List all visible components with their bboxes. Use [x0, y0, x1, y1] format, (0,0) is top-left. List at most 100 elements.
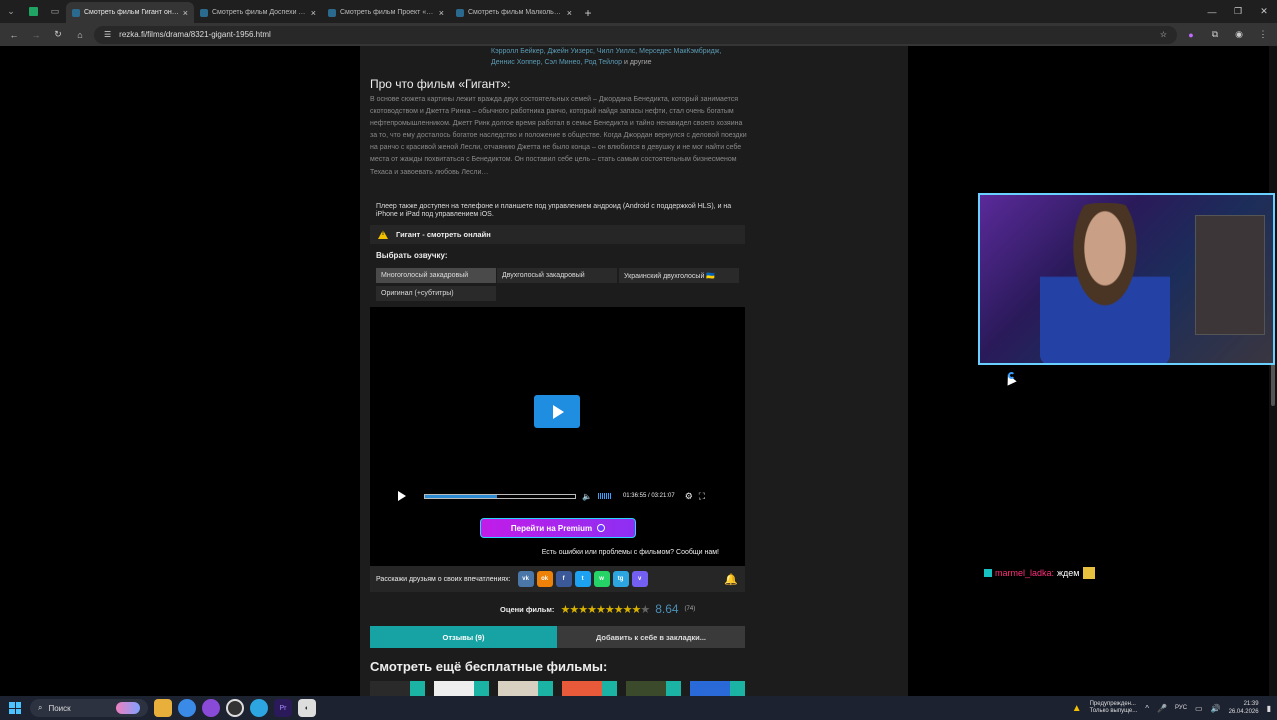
- star-icon[interactable]: ★: [587, 604, 597, 616]
- telegram-icon[interactable]: tg: [612, 571, 629, 587]
- viber-icon[interactable]: v: [631, 571, 648, 587]
- tab-search-icon[interactable]: ⌄: [0, 0, 22, 23]
- reload-icon[interactable]: ↻: [50, 27, 66, 43]
- about-text: В основе сюжета картины лежит вражда дву…: [370, 96, 747, 176]
- dub-option-ukr[interactable]: Украинский двухголосый 🇺🇦: [619, 268, 739, 283]
- cast-line-2[interactable]: Деннис Хоппер, Сэл Минео, Род Тейлор: [491, 59, 622, 66]
- film-thumb[interactable]: [562, 681, 617, 696]
- maximize-icon[interactable]: ❐: [1225, 6, 1251, 17]
- close-tab-icon[interactable]: ×: [183, 8, 188, 18]
- address-bar[interactable]: ☰ rezka.fi/films/drama/8321-gigant-1956.…: [94, 25, 1177, 44]
- film-thumb[interactable]: [498, 681, 553, 696]
- notification-bell-icon[interactable]: 🔔: [723, 571, 739, 587]
- new-tab-icon[interactable]: +: [578, 2, 598, 23]
- language-indicator[interactable]: РУС: [1175, 705, 1187, 711]
- rating-block: Оцени фильм: ★★★★★★★★★★ 8.64 (74): [500, 602, 695, 616]
- star-icon[interactable]: ★: [605, 604, 615, 616]
- cast-line-1[interactable]: Кэрролл Бейкер, Джейн Уизерс, Чилл Уиллс…: [491, 46, 751, 57]
- chat-username: marmel_ladka:: [995, 568, 1055, 578]
- dub-option-multi[interactable]: Многоголосый закадровый: [376, 268, 496, 283]
- dub-option-two[interactable]: Двухголосый закадровый: [497, 268, 617, 283]
- star-icon[interactable]: ★: [560, 604, 570, 616]
- extensions-puzzle-icon[interactable]: ⧉: [1207, 27, 1223, 43]
- progress-bar[interactable]: [424, 493, 576, 499]
- volume-icon[interactable]: 🔈: [582, 492, 592, 501]
- close-tab-icon[interactable]: ×: [567, 8, 572, 18]
- volume-level[interactable]: [597, 493, 611, 499]
- film-thumb[interactable]: [690, 681, 745, 696]
- chat-message: marmel_ladka: ждем: [984, 567, 1095, 579]
- close-tab-icon[interactable]: ×: [311, 8, 316, 18]
- tray-warning-text[interactable]: Предупрежден... Только выпуще...: [1090, 701, 1138, 715]
- vk-icon[interactable]: vk: [517, 571, 534, 587]
- facebook-icon[interactable]: f: [555, 571, 572, 587]
- chat-badge-icon: [984, 569, 992, 577]
- share-bar: Расскажи друзьям о своих впечатлениях: v…: [370, 566, 745, 592]
- close-tab-icon[interactable]: ×: [439, 8, 444, 18]
- page-scrollbar[interactable]: [1269, 46, 1277, 696]
- rating-stars[interactable]: ★★★★★★★★★★: [560, 603, 650, 616]
- webcam-overlay: [978, 193, 1275, 365]
- steam-icon[interactable]: ◐: [298, 699, 316, 717]
- big-play-button[interactable]: [534, 395, 580, 428]
- star-icon[interactable]: ★: [640, 604, 650, 616]
- premiere-icon[interactable]: Pr: [274, 699, 292, 717]
- video-player[interactable]: 🔈 01:36:55 / 03:21:07 ⚙ ⛶ Перейти на Pre…: [370, 307, 745, 592]
- web-page: Кэрролл Бейкер, Джейн Уизерс, Чилл Уиллс…: [0, 46, 1277, 696]
- notifications-icon[interactable]: ▮: [1267, 704, 1271, 713]
- tab-malcolm-x[interactable]: Смотреть фильм Малкольм Икс ×: [450, 2, 578, 23]
- profile-avatar-icon[interactable]: ◉: [1231, 27, 1247, 43]
- add-bookmark-button[interactable]: Добавить к себе в закладки...: [557, 626, 745, 648]
- clock[interactable]: 21:39 26.04.2026: [1229, 700, 1259, 716]
- site-info-icon[interactable]: ☰: [104, 30, 111, 39]
- menu-icon[interactable]: ⋮: [1255, 27, 1271, 43]
- tab-gigant[interactable]: Смотреть фильм Гигант онлайн ×: [66, 2, 194, 23]
- back-icon[interactable]: ←: [6, 27, 22, 43]
- bookmark-star-icon[interactable]: ☆: [1160, 30, 1167, 39]
- film-thumb[interactable]: [370, 681, 425, 696]
- dub-option-original[interactable]: Оригинал (+субтитры): [376, 286, 496, 301]
- chrome-icon[interactable]: [178, 699, 196, 717]
- windows-start-icon[interactable]: [6, 699, 24, 717]
- sheets-icon[interactable]: [22, 0, 44, 23]
- star-icon[interactable]: ★: [596, 604, 606, 616]
- film-thumb[interactable]: [434, 681, 489, 696]
- dub-heading: Выбрать озвучку:: [376, 251, 448, 260]
- star-icon[interactable]: ★: [569, 604, 579, 616]
- report-link[interactable]: Есть ошибки или проблемы с фильмом? Сооб…: [542, 549, 719, 556]
- tab-proekt-ad[interactable]: Смотреть фильм Проект «Ад» ×: [322, 2, 450, 23]
- speaker-icon[interactable]: 🔊: [1211, 704, 1221, 713]
- minimize-icon[interactable]: —: [1199, 7, 1225, 17]
- extension-icon[interactable]: ●: [1183, 27, 1199, 43]
- film-thumb[interactable]: [626, 681, 681, 696]
- warning-tray-icon[interactable]: ▲: [1072, 703, 1082, 714]
- reviews-button[interactable]: Отзывы (9): [370, 626, 557, 648]
- telegram-taskbar-icon[interactable]: [250, 699, 268, 717]
- obs-icon[interactable]: [226, 699, 244, 717]
- ok-icon[interactable]: ok: [536, 571, 553, 587]
- star-icon[interactable]: ★: [578, 604, 588, 616]
- film-content: Кэрролл Бейкер, Джейн Уизерс, Чилл Уиллс…: [360, 46, 908, 696]
- network-icon[interactable]: ▭: [1195, 704, 1203, 713]
- rezka-favicon: [456, 8, 464, 17]
- star-icon[interactable]: ★: [614, 604, 624, 616]
- premium-button[interactable]: Перейти на Premium: [480, 518, 636, 538]
- rating-label: Оцени фильм:: [500, 604, 555, 614]
- forward-icon[interactable]: →: [28, 27, 44, 43]
- tab-group-icon[interactable]: ▭: [44, 0, 66, 23]
- share-label: Расскажи друзьям о своих впечатлениях:: [376, 575, 511, 583]
- app-circle-icon[interactable]: [202, 699, 220, 717]
- taskbar-search[interactable]: ⌕ Поиск: [30, 699, 148, 717]
- play-icon[interactable]: [398, 491, 406, 501]
- tab-dospehi[interactable]: Смотреть фильм Доспехи Бога ×: [194, 2, 322, 23]
- fullscreen-icon[interactable]: ⛶: [699, 491, 705, 502]
- close-window-icon[interactable]: ✕: [1251, 6, 1277, 17]
- home-icon[interactable]: ⌂: [72, 27, 88, 43]
- file-explorer-icon[interactable]: [154, 699, 172, 717]
- twitter-icon[interactable]: t: [574, 571, 591, 587]
- chevron-up-icon[interactable]: ^: [1145, 704, 1149, 713]
- settings-gear-icon[interactable]: ⚙: [685, 491, 693, 502]
- star-icon[interactable]: ★: [631, 604, 641, 616]
- whatsapp-icon[interactable]: w: [593, 571, 610, 587]
- mic-icon[interactable]: 🎤: [1157, 704, 1167, 713]
